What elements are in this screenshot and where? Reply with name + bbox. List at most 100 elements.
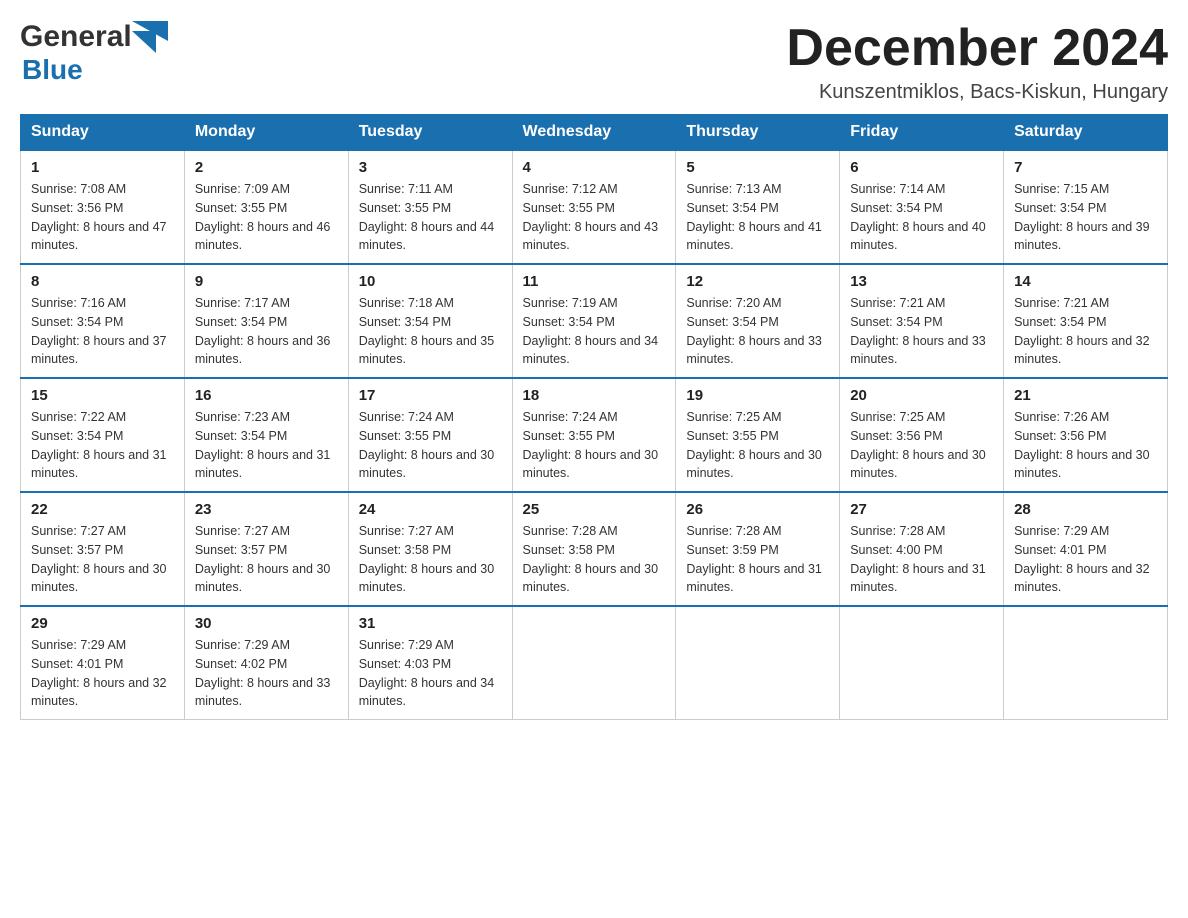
day-number: 9	[195, 273, 338, 290]
day-info: Sunrise: 7:29 AMSunset: 4:02 PMDaylight:…	[195, 638, 331, 708]
calendar-day-cell	[676, 606, 840, 720]
day-info: Sunrise: 7:22 AMSunset: 3:54 PMDaylight:…	[31, 410, 167, 480]
day-info: Sunrise: 7:16 AMSunset: 3:54 PMDaylight:…	[31, 296, 167, 366]
column-header-wednesday: Wednesday	[512, 115, 676, 151]
column-header-sunday: Sunday	[21, 115, 185, 151]
calendar-week-row: 8 Sunrise: 7:16 AMSunset: 3:54 PMDayligh…	[21, 264, 1168, 378]
logo-blue-text: Blue	[22, 54, 83, 85]
day-info: Sunrise: 7:28 AMSunset: 4:00 PMDaylight:…	[850, 524, 986, 594]
calendar-day-cell: 25 Sunrise: 7:28 AMSunset: 3:58 PMDaylig…	[512, 492, 676, 606]
day-number: 17	[359, 387, 502, 404]
calendar-day-cell	[512, 606, 676, 720]
day-number: 19	[686, 387, 829, 404]
column-header-friday: Friday	[840, 115, 1004, 151]
calendar-week-row: 22 Sunrise: 7:27 AMSunset: 3:57 PMDaylig…	[21, 492, 1168, 606]
calendar-day-cell: 9 Sunrise: 7:17 AMSunset: 3:54 PMDayligh…	[184, 264, 348, 378]
logo: General Blue	[20, 20, 168, 86]
calendar-day-cell: 5 Sunrise: 7:13 AMSunset: 3:54 PMDayligh…	[676, 150, 840, 264]
day-number: 28	[1014, 501, 1157, 518]
calendar-day-cell: 2 Sunrise: 7:09 AMSunset: 3:55 PMDayligh…	[184, 150, 348, 264]
logo-general-text: General	[20, 20, 132, 54]
day-number: 21	[1014, 387, 1157, 404]
day-number: 16	[195, 387, 338, 404]
calendar-day-cell: 6 Sunrise: 7:14 AMSunset: 3:54 PMDayligh…	[840, 150, 1004, 264]
calendar-day-cell: 7 Sunrise: 7:15 AMSunset: 3:54 PMDayligh…	[1004, 150, 1168, 264]
day-info: Sunrise: 7:27 AMSunset: 3:57 PMDaylight:…	[31, 524, 167, 594]
day-number: 4	[523, 159, 666, 176]
day-info: Sunrise: 7:28 AMSunset: 3:59 PMDaylight:…	[686, 524, 822, 594]
calendar-day-cell: 17 Sunrise: 7:24 AMSunset: 3:55 PMDaylig…	[348, 378, 512, 492]
day-number: 20	[850, 387, 993, 404]
day-number: 10	[359, 273, 502, 290]
day-info: Sunrise: 7:13 AMSunset: 3:54 PMDaylight:…	[686, 182, 822, 252]
calendar-day-cell: 31 Sunrise: 7:29 AMSunset: 4:03 PMDaylig…	[348, 606, 512, 720]
day-number: 3	[359, 159, 502, 176]
calendar-day-cell	[1004, 606, 1168, 720]
calendar-day-cell: 26 Sunrise: 7:28 AMSunset: 3:59 PMDaylig…	[676, 492, 840, 606]
calendar-day-cell: 1 Sunrise: 7:08 AMSunset: 3:56 PMDayligh…	[21, 150, 185, 264]
day-info: Sunrise: 7:08 AMSunset: 3:56 PMDaylight:…	[31, 182, 167, 252]
day-number: 1	[31, 159, 174, 176]
day-info: Sunrise: 7:21 AMSunset: 3:54 PMDaylight:…	[850, 296, 986, 366]
day-info: Sunrise: 7:27 AMSunset: 3:57 PMDaylight:…	[195, 524, 331, 594]
calendar-week-row: 15 Sunrise: 7:22 AMSunset: 3:54 PMDaylig…	[21, 378, 1168, 492]
day-number: 7	[1014, 159, 1157, 176]
column-header-saturday: Saturday	[1004, 115, 1168, 151]
day-number: 18	[523, 387, 666, 404]
day-number: 11	[523, 273, 666, 290]
day-info: Sunrise: 7:09 AMSunset: 3:55 PMDaylight:…	[195, 182, 331, 252]
column-header-thursday: Thursday	[676, 115, 840, 151]
calendar-day-cell: 21 Sunrise: 7:26 AMSunset: 3:56 PMDaylig…	[1004, 378, 1168, 492]
day-number: 24	[359, 501, 502, 518]
day-number: 31	[359, 615, 502, 632]
day-number: 6	[850, 159, 993, 176]
day-number: 29	[31, 615, 174, 632]
calendar-day-cell: 23 Sunrise: 7:27 AMSunset: 3:57 PMDaylig…	[184, 492, 348, 606]
day-number: 12	[686, 273, 829, 290]
day-info: Sunrise: 7:21 AMSunset: 3:54 PMDaylight:…	[1014, 296, 1150, 366]
day-number: 14	[1014, 273, 1157, 290]
calendar-day-cell: 3 Sunrise: 7:11 AMSunset: 3:55 PMDayligh…	[348, 150, 512, 264]
calendar-day-cell: 13 Sunrise: 7:21 AMSunset: 3:54 PMDaylig…	[840, 264, 1004, 378]
calendar-day-cell: 4 Sunrise: 7:12 AMSunset: 3:55 PMDayligh…	[512, 150, 676, 264]
day-number: 15	[31, 387, 174, 404]
calendar-day-cell: 14 Sunrise: 7:21 AMSunset: 3:54 PMDaylig…	[1004, 264, 1168, 378]
calendar-day-cell: 15 Sunrise: 7:22 AMSunset: 3:54 PMDaylig…	[21, 378, 185, 492]
calendar-week-row: 29 Sunrise: 7:29 AMSunset: 4:01 PMDaylig…	[21, 606, 1168, 720]
day-info: Sunrise: 7:20 AMSunset: 3:54 PMDaylight:…	[686, 296, 822, 366]
calendar-day-cell: 11 Sunrise: 7:19 AMSunset: 3:54 PMDaylig…	[512, 264, 676, 378]
calendar-day-cell: 16 Sunrise: 7:23 AMSunset: 3:54 PMDaylig…	[184, 378, 348, 492]
calendar-day-cell: 22 Sunrise: 7:27 AMSunset: 3:57 PMDaylig…	[21, 492, 185, 606]
page-header: General Blue December 2024 Kunszentmiklo…	[20, 20, 1168, 104]
day-number: 26	[686, 501, 829, 518]
day-info: Sunrise: 7:18 AMSunset: 3:54 PMDaylight:…	[359, 296, 495, 366]
day-number: 30	[195, 615, 338, 632]
calendar-day-cell: 30 Sunrise: 7:29 AMSunset: 4:02 PMDaylig…	[184, 606, 348, 720]
day-number: 23	[195, 501, 338, 518]
day-info: Sunrise: 7:25 AMSunset: 3:56 PMDaylight:…	[850, 410, 986, 480]
day-number: 2	[195, 159, 338, 176]
calendar-day-cell: 28 Sunrise: 7:29 AMSunset: 4:01 PMDaylig…	[1004, 492, 1168, 606]
calendar-day-cell	[840, 606, 1004, 720]
calendar-day-cell: 18 Sunrise: 7:24 AMSunset: 3:55 PMDaylig…	[512, 378, 676, 492]
location-subtitle: Kunszentmiklos, Bacs-Kiskun, Hungary	[786, 81, 1168, 104]
day-info: Sunrise: 7:14 AMSunset: 3:54 PMDaylight:…	[850, 182, 986, 252]
calendar-day-cell: 27 Sunrise: 7:28 AMSunset: 4:00 PMDaylig…	[840, 492, 1004, 606]
day-number: 22	[31, 501, 174, 518]
day-info: Sunrise: 7:29 AMSunset: 4:01 PMDaylight:…	[31, 638, 167, 708]
column-header-tuesday: Tuesday	[348, 115, 512, 151]
day-info: Sunrise: 7:24 AMSunset: 3:55 PMDaylight:…	[359, 410, 495, 480]
calendar-table: SundayMondayTuesdayWednesdayThursdayFrid…	[20, 114, 1168, 720]
day-info: Sunrise: 7:12 AMSunset: 3:55 PMDaylight:…	[523, 182, 659, 252]
calendar-header-row: SundayMondayTuesdayWednesdayThursdayFrid…	[21, 115, 1168, 151]
day-number: 27	[850, 501, 993, 518]
day-info: Sunrise: 7:15 AMSunset: 3:54 PMDaylight:…	[1014, 182, 1150, 252]
day-info: Sunrise: 7:23 AMSunset: 3:54 PMDaylight:…	[195, 410, 331, 480]
day-info: Sunrise: 7:11 AMSunset: 3:55 PMDaylight:…	[359, 182, 495, 252]
calendar-day-cell: 29 Sunrise: 7:29 AMSunset: 4:01 PMDaylig…	[21, 606, 185, 720]
day-number: 13	[850, 273, 993, 290]
month-title: December 2024	[786, 20, 1168, 77]
day-info: Sunrise: 7:19 AMSunset: 3:54 PMDaylight:…	[523, 296, 659, 366]
title-block: December 2024 Kunszentmiklos, Bacs-Kisku…	[786, 20, 1168, 104]
calendar-week-row: 1 Sunrise: 7:08 AMSunset: 3:56 PMDayligh…	[21, 150, 1168, 264]
